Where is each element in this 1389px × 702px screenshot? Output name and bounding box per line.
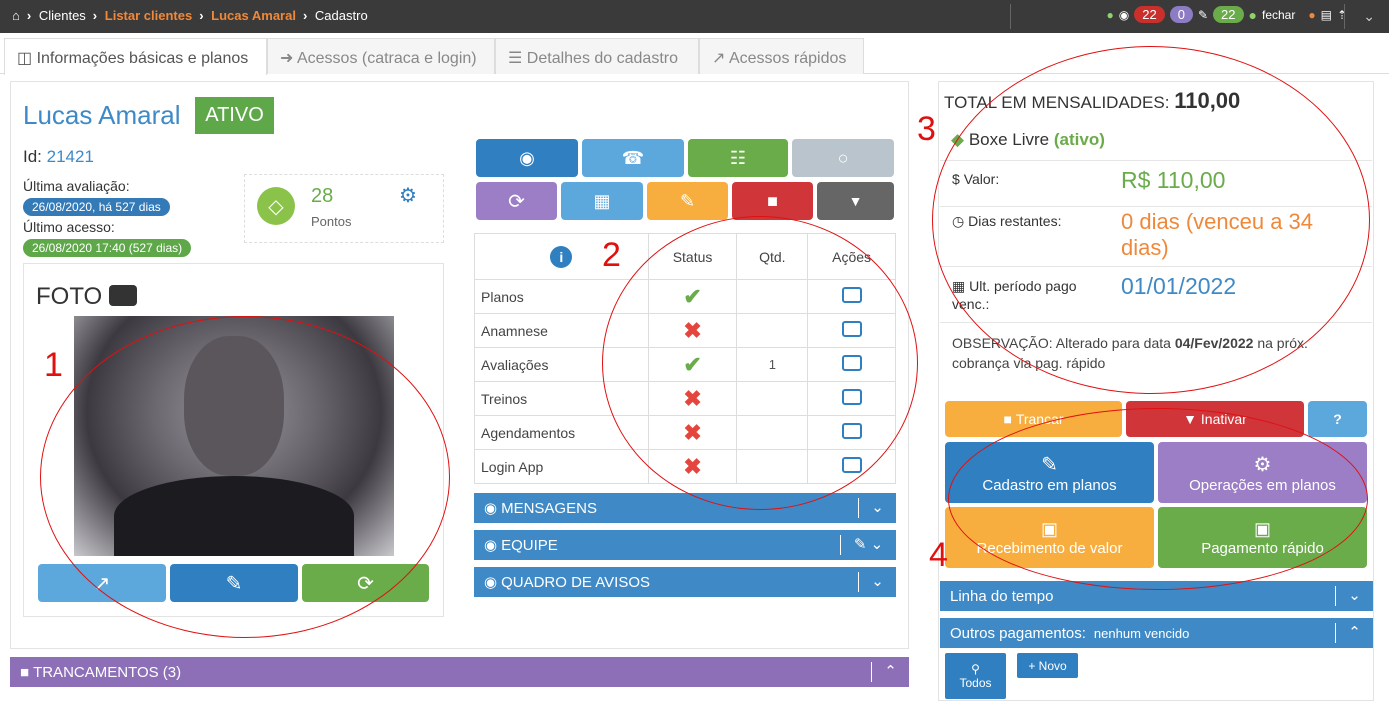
team-bar[interactable]: ◉ EQUIPE ✎ ⌄ xyxy=(474,530,896,560)
lock-icon: ■ xyxy=(20,663,30,681)
other-payments-status: nenhum vencido xyxy=(1093,625,1190,641)
dashboard-icon[interactable]: ● xyxy=(1308,8,1315,22)
bullhorn-icon: ◉ xyxy=(484,500,498,517)
sign-in-icon: ➜ xyxy=(280,50,297,67)
more-button[interactable]: ▼ xyxy=(817,182,894,220)
chevron-down-icon[interactable]: ⌄ xyxy=(858,498,896,518)
new-payment-button[interactable]: + Novo xyxy=(1017,653,1078,678)
monitor-icon[interactable]: ▤ xyxy=(1321,8,1332,22)
diamond-icon: ◇ xyxy=(257,187,295,225)
chevron-up-icon[interactable]: ⌃ xyxy=(1335,623,1373,643)
annotation-number-4: 4 xyxy=(929,536,948,574)
tab-quick-access[interactable]: ↗ Acessos rápidos xyxy=(699,38,864,74)
refresh-icon: ⟳ xyxy=(508,190,525,213)
annotation-ring-3 xyxy=(932,46,1370,394)
badge-red[interactable]: 22 xyxy=(1134,6,1165,23)
comments-button[interactable]: ○ xyxy=(792,139,894,177)
online-dot-icon: ● xyxy=(1248,6,1257,23)
breadcrumb: ⌂ › Clientes › Listar clientes › Lucas Amar… xyxy=(12,8,368,23)
lock-icon: ■ xyxy=(1003,411,1016,427)
last-eval-label: Última avaliação: xyxy=(23,178,130,194)
dashboard-button[interactable]: ◉ xyxy=(476,139,578,177)
annotation-number-3: 3 xyxy=(917,110,936,148)
edit-button[interactable]: ✎ xyxy=(647,182,728,220)
breadcrumb-clientes[interactable]: Clientes xyxy=(39,8,86,23)
list-icon: ☰ xyxy=(508,50,527,67)
chevron-up-icon[interactable]: ⌃ xyxy=(871,662,909,682)
home-icon[interactable]: ⌂ xyxy=(12,8,20,23)
annotation-ring-2 xyxy=(602,216,918,510)
id-card-icon: ◫ xyxy=(17,50,37,67)
points-value: 28 xyxy=(311,185,334,207)
phone-button[interactable]: ☎ xyxy=(582,139,684,177)
breadcrumb-page: Cadastro xyxy=(314,8,368,23)
comments-icon[interactable]: ◉ xyxy=(1119,8,1129,22)
comments-icon: ○ xyxy=(837,147,849,168)
tab-basic-info[interactable]: ◫ Informações básicas e planos xyxy=(4,38,267,75)
other-payments-bar[interactable]: Outros pagamentos: nenhum vencido ⌃ xyxy=(940,618,1373,648)
close-session-link[interactable]: fechar xyxy=(1262,8,1295,22)
client-id: Id: 21421 xyxy=(23,147,94,166)
badge-green[interactable]: 22 xyxy=(1213,6,1244,23)
pencil-icon[interactable]: ✎ xyxy=(1198,8,1208,22)
plus-icon: + xyxy=(1028,658,1039,673)
team-icon: ◉ xyxy=(484,537,498,554)
calendar-icon: ▦ xyxy=(593,190,611,211)
caret-down-icon: ▼ xyxy=(848,193,863,209)
top-bar: ⌂ › Clientes › Listar clientes › Lucas Amar… xyxy=(0,0,1389,33)
all-payments-button[interactable]: ⚲ Todos xyxy=(945,653,1006,699)
info-icon[interactable]: i xyxy=(550,245,573,268)
chevron-down-icon[interactable]: ⌄ xyxy=(1335,586,1373,606)
camera-icon[interactable] xyxy=(108,285,137,306)
breadcrumb-listar[interactable]: Listar clientes xyxy=(105,8,192,23)
dashboard-icon: ◉ xyxy=(519,147,535,168)
chat-icon[interactable]: ● xyxy=(1107,8,1114,22)
annotation-number-2: 2 xyxy=(602,236,621,274)
cart-button[interactable]: ☷ xyxy=(688,139,788,177)
chevron-down-icon[interactable]: ⌄ xyxy=(858,572,896,592)
trash-icon: ■ xyxy=(767,190,778,211)
last-access-label: Último acesso: xyxy=(23,219,115,235)
last-eval-badge: 26/08/2020, há 527 dias xyxy=(23,198,170,216)
calendar-button[interactable]: ▦ xyxy=(561,182,643,220)
lockings-bar[interactable]: ■ TRANCAMENTOS (3) ⌃ xyxy=(10,657,909,687)
phone-icon: ☎ xyxy=(621,147,645,168)
chevron-down-icon[interactable]: ⌄ xyxy=(1363,8,1375,25)
tab-access[interactable]: ➜ Acessos (catraca e login) xyxy=(267,38,495,74)
messages-bar[interactable]: ◉ MENSAGENS ⌄ xyxy=(474,493,896,523)
status-row-name: Login App xyxy=(474,449,649,484)
annotation-ring-4 xyxy=(948,408,1368,590)
upload-icon[interactable]: ⇡ xyxy=(1337,8,1347,22)
points-box: ◇ 28 Pontos ⚙ xyxy=(244,174,444,243)
sync-button[interactable]: ⟳ xyxy=(476,182,557,220)
bullhorn-icon: ◉ xyxy=(484,574,498,591)
last-access-badge: 26/08/2020 17:40 (527 dias) xyxy=(23,239,192,257)
search-icon: ⚲ xyxy=(971,662,980,676)
points-label: Pontos xyxy=(311,214,352,229)
gears-icon[interactable]: ⚙ xyxy=(399,183,417,208)
annotation-ring-1 xyxy=(40,316,450,638)
tab-details[interactable]: ☰ Detalhes do cadastro xyxy=(495,38,699,74)
annotation-number-1: 1 xyxy=(44,346,63,384)
help-button[interactable]: ? xyxy=(1308,401,1367,437)
delete-button[interactable]: ■ xyxy=(732,182,813,220)
cart-icon: ☷ xyxy=(729,147,747,168)
board-bar[interactable]: ◉ QUADRO DE AVISOS ⌄ xyxy=(474,567,896,597)
status-badge: ATIVO xyxy=(195,97,274,134)
client-name: Lucas Amaral xyxy=(23,100,181,130)
photo-label: FOTO xyxy=(36,283,137,311)
external-link-icon: ↗ xyxy=(712,50,729,67)
breadcrumb-client[interactable]: Lucas Amaral xyxy=(211,8,296,23)
edit-chevron-icon[interactable]: ✎ ⌄ xyxy=(840,535,896,555)
badge-purple[interactable]: 0 xyxy=(1169,6,1193,23)
pencil-icon: ✎ xyxy=(679,190,696,211)
